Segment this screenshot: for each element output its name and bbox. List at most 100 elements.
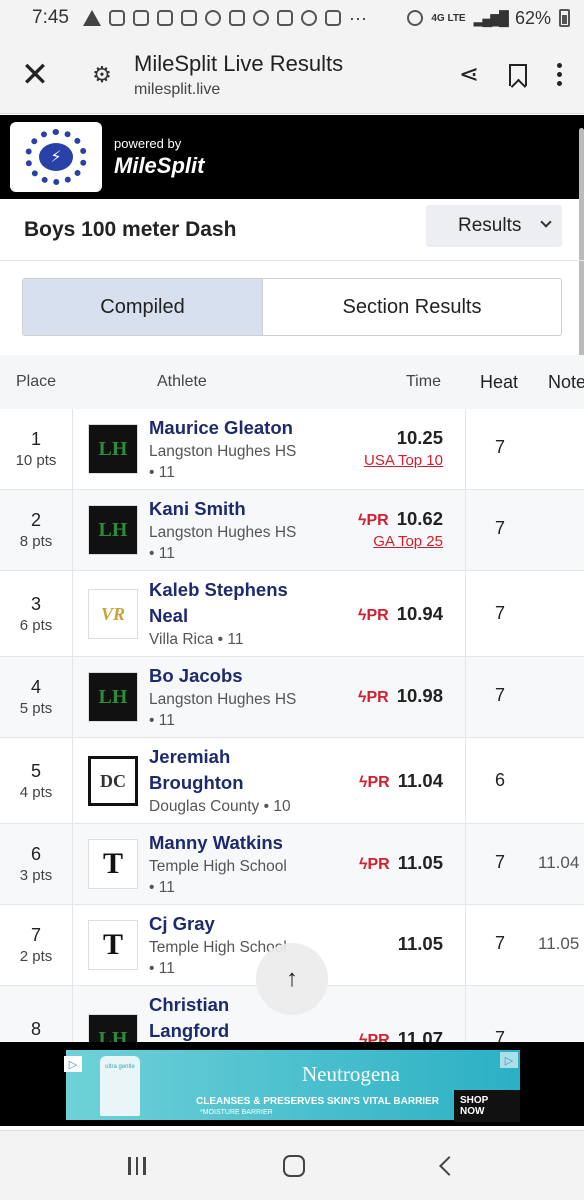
heat: 7	[495, 603, 506, 623]
place: 2	[30, 510, 41, 530]
table-row[interactable]: 1 10 pts LH Maurice Gleaton Langston Hugh…	[0, 409, 584, 490]
bag-icon	[108, 10, 125, 26]
header-heat[interactable]: Heat	[480, 372, 518, 393]
table-row[interactable]: 28 pts LH Kani Smith Langston Hughes HS …	[0, 490, 584, 571]
bookmark-icon[interactable]	[509, 63, 527, 86]
place: 3	[30, 593, 41, 614]
athlete-name-line2[interactable]: Broughton	[149, 770, 329, 796]
athlete-name[interactable]: Cj Gray	[149, 911, 329, 937]
ad-subtext: *MOISTURE BARRIER	[200, 1109, 273, 1116]
voicemail-icon	[252, 10, 269, 26]
time-value: 11.05	[397, 933, 443, 954]
table-row[interactable]: 5 4 pts DC Jeremiah Broughton Douglas Cou…	[0, 738, 584, 824]
product-image: ultra gentle	[100, 1056, 140, 1116]
recent-apps-icon[interactable]	[128, 1156, 146, 1175]
athlete-school[interactable]: Langston Hughes HS	[149, 522, 329, 543]
athlete-school[interactable]: Langston Hughes HS	[149, 689, 329, 710]
athlete-school[interactable]: Villa Rica • 11	[149, 629, 329, 650]
athlete-name-line2[interactable]: Neal	[149, 603, 329, 629]
instagram-icon	[156, 10, 173, 26]
ad-tagline: CLEANSES & PRESERVES SKIN'S VITAL BARRIE…	[196, 1096, 439, 1107]
pr-badge: ϟPR	[359, 856, 390, 873]
athlete-name[interactable]: Jeremiah	[149, 744, 329, 770]
athlete-school[interactable]: Langston Hughes HS	[149, 441, 329, 462]
tab-section-results[interactable]: Section Results	[263, 279, 561, 335]
close-icon[interactable]: ✕	[0, 55, 70, 95]
ranking-link[interactable]: USA Top 10	[364, 452, 443, 469]
points: 2 pts	[19, 948, 53, 965]
place: 4	[30, 677, 41, 697]
heat: 7	[495, 437, 506, 457]
athlete-name[interactable]: Kani Smith	[149, 496, 329, 522]
ranking-link[interactable]: GA Top 25	[358, 533, 443, 550]
team-logo[interactable]: DC	[88, 756, 138, 806]
team-logo[interactable]: T	[88, 839, 138, 889]
table-row[interactable]: 4 5 pts LH Bo Jacobs Langston Hughes HS •…	[0, 657, 584, 738]
notification-icons: ···	[82, 8, 367, 29]
view-select-value: Results	[458, 214, 522, 236]
view-select[interactable]: Results	[426, 204, 562, 247]
athlete-name[interactable]: Kaleb Stephens	[149, 577, 329, 603]
team-logo[interactable]: LH	[88, 505, 138, 555]
powered-by-label: powered by	[114, 135, 182, 151]
points: 6 pts	[19, 616, 53, 634]
shop-now-button[interactable]: SHOP NOW	[454, 1090, 520, 1122]
ad-banner[interactable]: ▷ ultra gentle Neutrogena CLEANSES & PRE…	[0, 1042, 584, 1126]
note: 11.05	[538, 934, 580, 953]
table-row[interactable]: 6 3 pts T Manny Watkins Temple High Schoo…	[0, 824, 584, 905]
athlete-school[interactable]: Douglas County • 10	[149, 796, 329, 817]
home-icon[interactable]	[282, 1154, 305, 1177]
time-value: 11.07	[397, 1028, 443, 1042]
team-logo[interactable]: T	[88, 920, 138, 970]
time-value: 10.62	[396, 508, 443, 529]
app-icon	[228, 10, 245, 26]
ad-info-icon[interactable]: ▷	[500, 1052, 518, 1068]
meet-logo[interactable]: ⚡	[10, 122, 102, 192]
team-logo[interactable]: VR	[88, 589, 138, 639]
athlete-name-line2[interactable]: Langford	[149, 1018, 329, 1042]
place: 5	[30, 760, 41, 781]
time-value: 10.94	[396, 603, 443, 624]
heat: 6	[495, 770, 506, 790]
status-time: 7:45	[32, 7, 69, 28]
tab-title-block: MileSplit Live Results milesplit.live	[134, 51, 459, 99]
time-value: 10.98	[396, 685, 443, 706]
table-row[interactable]: 3 6 pts VR Kaleb Stephens Neal Villa Rica…	[0, 571, 584, 657]
back-to-top-button[interactable]: ↑	[256, 943, 328, 1015]
adchoices-icon[interactable]: ▷	[64, 1056, 82, 1072]
milesplit-logo[interactable]: MileSplit	[114, 153, 204, 179]
team-logo[interactable]: LH	[88, 672, 138, 722]
team-logo[interactable]: LH	[88, 1014, 138, 1042]
time-value: 11.05	[397, 852, 443, 873]
header-time[interactable]: Time	[406, 373, 441, 391]
pr-badge: ϟPR	[358, 607, 389, 624]
athlete-name[interactable]: Manny Watkins	[149, 830, 329, 856]
note: 11.04	[538, 853, 580, 872]
share-icon[interactable]: ⋖	[459, 60, 479, 89]
pr-badge: ϟPR	[358, 689, 389, 706]
warning-icon	[82, 10, 101, 26]
athlete-school[interactable]: Temple High School	[149, 856, 329, 877]
tune-icon[interactable]: ⚙	[70, 62, 134, 88]
time-value: 10.25	[396, 427, 443, 448]
tab-compiled[interactable]: Compiled	[23, 279, 263, 335]
points: 4 pts	[19, 783, 53, 801]
heat: 7	[495, 852, 506, 872]
athlete-grade: • 11	[149, 879, 175, 896]
custom-tab-bar: ✕ ⚙ MileSplit Live Results milesplit.liv…	[0, 36, 584, 114]
athlete-name[interactable]: Maurice Gleaton	[149, 415, 329, 441]
heat: 7	[495, 1028, 506, 1042]
athlete-name[interactable]: Bo Jacobs	[149, 663, 329, 689]
back-icon[interactable]	[438, 1155, 459, 1176]
header-note[interactable]: Note	[548, 372, 584, 393]
battery-icon	[559, 9, 570, 27]
alarm-icon	[407, 10, 424, 26]
heat: 7	[495, 933, 506, 953]
team-logo[interactable]: LH	[88, 424, 138, 474]
status-bar: 7:45 ··· 4G LTE ▂▄▆█ 62%	[0, 0, 584, 36]
ad-creative[interactable]: ▷ ultra gentle Neutrogena CLEANSES & PRE…	[64, 1050, 520, 1122]
header-place[interactable]: Place	[16, 373, 56, 391]
site-header: ⚡ powered by MileSplit	[0, 115, 584, 199]
more-vert-icon[interactable]	[557, 63, 562, 86]
header-athlete[interactable]: Athlete	[157, 373, 207, 391]
